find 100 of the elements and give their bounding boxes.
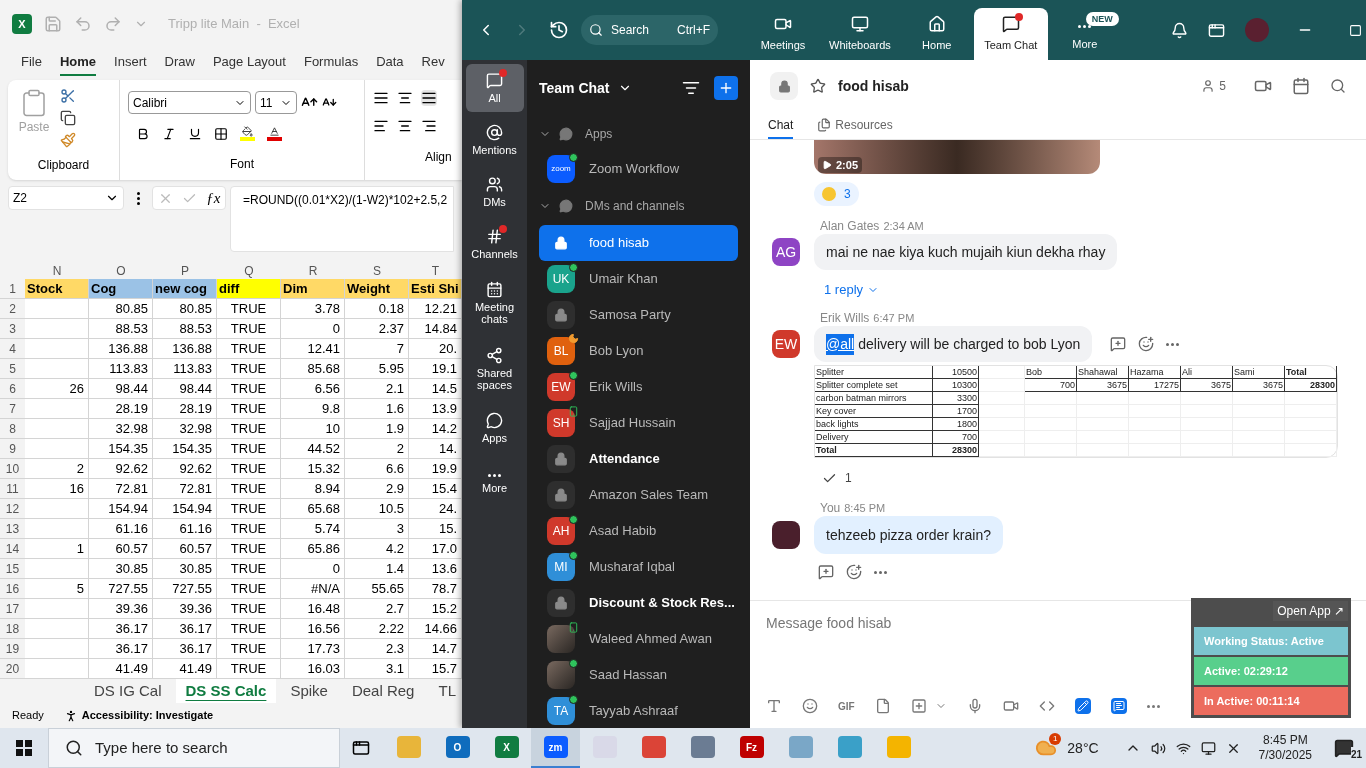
nav-tab[interactable]: NEW More [1047,8,1122,60]
chat-list-item[interactable]: Saad Hassan [539,657,738,693]
row-number[interactable]: 19 [0,639,25,658]
ribbon-tab[interactable]: Data [376,50,404,76]
row-number[interactable]: 1 [0,279,25,298]
font-color-icon[interactable] [267,126,282,141]
font-name-field[interactable]: Calibri [128,91,251,114]
gif-button[interactable]: GIF [838,698,855,714]
column-header[interactable]: P [153,262,217,279]
chat-list-item[interactable]: BL Bob Lyon [539,333,738,369]
row-number[interactable]: 7 [0,399,25,418]
app-icon[interactable] [1110,698,1127,714]
bell-icon[interactable] [1171,21,1188,39]
nav-tab[interactable]: Whiteboards [820,8,900,60]
display-icon[interactable] [1200,740,1216,756]
align-middle-icon[interactable] [397,90,413,106]
reply-icon[interactable] [818,564,834,580]
read-count[interactable]: 1 [845,469,852,487]
screenshot-icon[interactable] [910,698,927,714]
accessibility-status[interactable]: Accessibility: Investigate [81,707,214,724]
temperature[interactable]: 28°C [1067,737,1099,759]
rail-item[interactable]: Apps [465,404,524,452]
window-icon[interactable] [1208,21,1225,39]
video-camera-icon[interactable] [1002,698,1019,714]
underline-icon[interactable] [188,126,202,141]
rail-item[interactable]: DMs [465,168,524,216]
app-icon[interactable] [1074,698,1091,714]
font-size-field[interactable]: 11 [255,91,297,114]
history-icon[interactable] [549,20,569,40]
copy-icon[interactable] [60,110,76,126]
nav-tab[interactable]: Meetings [746,8,820,60]
open-app-button[interactable]: Open App ↗ [1273,601,1348,621]
search-icon[interactable] [1330,78,1346,94]
align-left-icon[interactable] [373,118,389,134]
section-header[interactable]: Apps [527,116,750,151]
taskbar-app-icon[interactable]: O [445,736,470,758]
rail-item[interactable]: More [465,456,524,504]
chat-list-item[interactable]: food hisab [539,225,738,261]
borders-icon[interactable] [214,126,228,141]
search-field[interactable]: Search Ctrl+F [581,15,718,45]
chat-list-item[interactable]: Samosa Party [539,297,738,333]
row-number[interactable]: 6 [0,379,25,398]
network-icon[interactable] [1175,740,1191,756]
emoji-icon[interactable] [802,698,818,714]
member-count[interactable]: 5 [1219,77,1226,95]
chat-list-item[interactable]: MI Musharaf Iqbal [539,549,738,585]
maximize-icon[interactable] [1349,23,1362,37]
row-number[interactable]: 5 [0,359,25,378]
chat-list-item[interactable]: EW Erik Wills [539,369,738,405]
bold-icon[interactable] [136,126,150,141]
row-number[interactable]: 14 [0,539,25,558]
new-chat-button[interactable] [714,76,738,100]
column-header[interactable]: N [25,262,89,279]
row-number[interactable]: 8 [0,419,25,438]
chat-list-item[interactable]: Waleed Ahmed Awan [539,621,738,657]
cut-icon[interactable] [60,88,76,104]
rail-item[interactable]: Meeting chats [465,272,524,334]
add-reaction-icon[interactable] [1138,336,1155,352]
rail-item[interactable]: All [465,64,524,112]
row-number[interactable]: 18 [0,619,25,638]
chat-list-item[interactable]: zoom Zoom Workflow [539,151,738,187]
row-number[interactable]: 2 [0,299,25,318]
row-number[interactable]: 16 [0,579,25,598]
chat-tab[interactable]: Resources [817,112,893,139]
chat-tab[interactable]: Chat [768,112,794,139]
taskbar-app-icon[interactable]: zm [543,736,568,758]
taskbar-app-icon[interactable] [690,736,715,758]
mention-link[interactable]: @all [826,333,855,355]
column-header[interactable]: O [89,262,153,279]
ribbon-tab[interactable]: File [21,50,42,76]
sheet-tab[interactable]: Deal Reg [341,679,425,703]
formula-field[interactable]: =ROUND((0.01*X2)/(1-W2)*102+2.5,2 [230,186,454,252]
row-number[interactable]: 13 [0,519,25,538]
section-header[interactable]: DMs and channels [527,187,750,225]
sheet-tab[interactable]: TL [428,679,462,703]
chat-list-item[interactable]: Attendance [539,441,738,477]
align-right-icon[interactable] [421,118,437,134]
row-number[interactable]: 9 [0,439,25,458]
sheet-tab[interactable]: DS SS Calc [175,679,277,703]
row-number[interactable]: 10 [0,459,25,478]
align-bottom-icon[interactable] [421,90,437,106]
message-input[interactable]: Message food hisab [766,611,1166,635]
ribbon-tab[interactable]: Page Layout [212,50,286,76]
video-thumbnail[interactable]: 2:05 [814,140,1100,174]
column-header[interactable]: R [281,262,345,279]
chat-list-item[interactable]: Discount & Stock Res... [539,585,738,621]
sheet-tab[interactable]: DS IG Cal [84,679,172,703]
rail-item[interactable]: Mentions [465,116,524,164]
italic-icon[interactable] [162,126,176,141]
align-center-icon[interactable] [397,118,413,134]
filter-icon[interactable] [682,79,700,97]
ribbon-tab[interactable]: Rev [421,50,445,76]
rail-item[interactable]: Shared spaces [465,338,524,400]
speaker-icon[interactable] [1150,740,1166,756]
taskbar-app-icon[interactable]: X [494,736,519,758]
ribbon-tab[interactable]: Formulas [303,50,359,76]
replies-link[interactable]: 1 reply [824,280,880,300]
add-reaction-icon[interactable] [846,564,862,580]
reaction-chip[interactable]: 3 [814,182,859,206]
format-painter-icon[interactable] [60,132,76,148]
